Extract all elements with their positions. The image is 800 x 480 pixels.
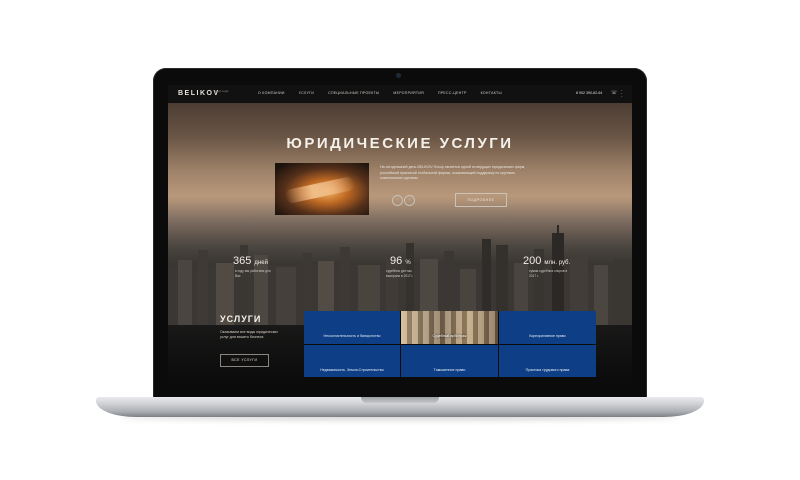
top-navigation-bar: BELIKOV Group Legal О КОМПАНИИ УСЛУГИ СП… (168, 85, 632, 103)
hero-description: На сегодняшний день BELIKOV Group являет… (380, 165, 526, 180)
stat-amount: 200 млн. руб. сумма судебных споров в 20… (523, 255, 570, 278)
service-tile-arbitration[interactable]: Судебный арбитраж (401, 311, 498, 344)
stat-unit: % (405, 260, 411, 266)
phone-icon[interactable]: ☏ (611, 90, 617, 96)
service-tile-bankruptcy[interactable]: Несостоятельность и банкротство (304, 311, 400, 344)
tile-label: Корпоративное право (529, 334, 566, 338)
service-tile-customs[interactable]: Таможенное право (401, 345, 498, 377)
courthouse-columns-image (401, 311, 498, 344)
more-menu-icon[interactable]: · · · (621, 89, 624, 100)
services-description: Оказываем все виды юридических услуг для… (220, 330, 279, 339)
phone-number[interactable]: 8 902 390-82-64 (576, 91, 602, 95)
stat-percent: 96 % судебных дел мы выиграли в 2017 г. (386, 255, 426, 278)
tile-label: Практика трудового права (525, 368, 570, 372)
nav-item-press-center[interactable]: ПРЕСС-ЦЕНТР (438, 91, 467, 95)
service-tile-labor[interactable]: Практика трудового права (499, 345, 596, 377)
all-services-button[interactable]: ВСЕ УСЛУГИ (220, 354, 269, 367)
slider-prev-button[interactable]: ‹ (392, 195, 403, 206)
laptop-notch (361, 397, 439, 403)
slider-next-button[interactable]: › (404, 195, 415, 206)
services-grid: Несостоятельность и банкротство Судебный… (304, 311, 596, 377)
nav-item-services[interactable]: УСЛУГИ (299, 91, 314, 95)
nav-item-contacts[interactable]: КОНТАКТЫ (481, 91, 502, 95)
hero-photo (275, 163, 369, 215)
website-screen: BELIKOV Group Legal О КОМПАНИИ УСЛУГИ СП… (168, 85, 632, 377)
tile-label: Недвижимость. Земля.Строительство (320, 368, 384, 372)
service-tile-real-estate[interactable]: Недвижимость. Земля.Строительство (304, 345, 400, 377)
webcam (396, 73, 401, 78)
stat-description: в году мы работаем для Вас (235, 269, 271, 278)
main-menu: О КОМПАНИИ УСЛУГИ СПЕЦИАЛЬНЫЕ ПРОЕКТЫ МЕ… (258, 91, 502, 95)
stat-number: 96 (390, 255, 403, 267)
stat-description: сумма судебных споров в 2017 г. (529, 269, 568, 278)
handshake-image (284, 175, 356, 205)
stat-days: 365 дней в году мы работаем для Вас (233, 255, 275, 278)
more-button[interactable]: ПОДРОБНЕЕ (455, 193, 507, 207)
stat-unit: млн. руб. (544, 260, 571, 266)
stat-unit: дней (254, 260, 268, 266)
nav-item-special-projects[interactable]: СПЕЦИАЛЬНЫЕ ПРОЕКТЫ (328, 91, 379, 95)
services-title: УСЛУГИ (220, 314, 262, 324)
nav-item-events[interactable]: МЕРОПРИЯТИЯ (393, 91, 424, 95)
tile-label: Несостоятельность и банкротство (323, 334, 381, 338)
service-tile-corporate[interactable]: Корпоративное право (499, 311, 596, 344)
tile-label: Судебный арбитраж (432, 334, 467, 338)
hero-title: ЮРИДИЧЕСКИЕ УСЛУГИ (286, 135, 514, 152)
nav-item-about[interactable]: О КОМПАНИИ (258, 91, 285, 95)
tile-label: Таможенное право (433, 368, 466, 372)
stat-number: 200 (523, 255, 542, 267)
stat-number: 365 (233, 255, 252, 267)
stat-description: судебных дел мы выиграли в 2017 г. (386, 269, 414, 278)
logo-subtitle: Group Legal (214, 90, 229, 93)
